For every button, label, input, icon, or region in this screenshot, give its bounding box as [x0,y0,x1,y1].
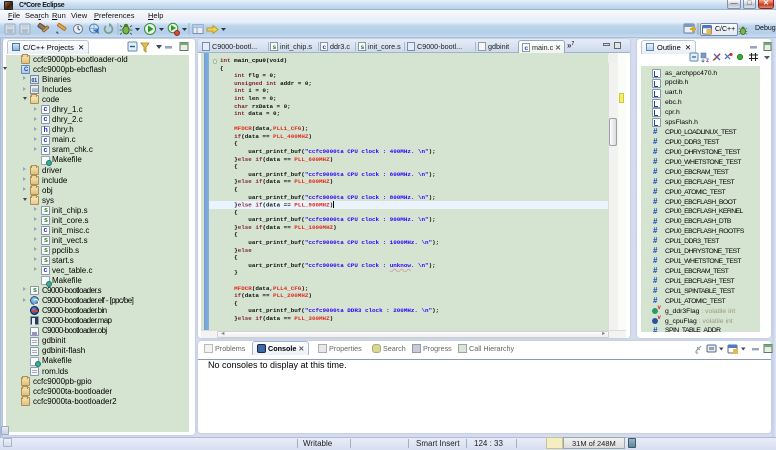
svg-text:z: z [706,58,709,64]
